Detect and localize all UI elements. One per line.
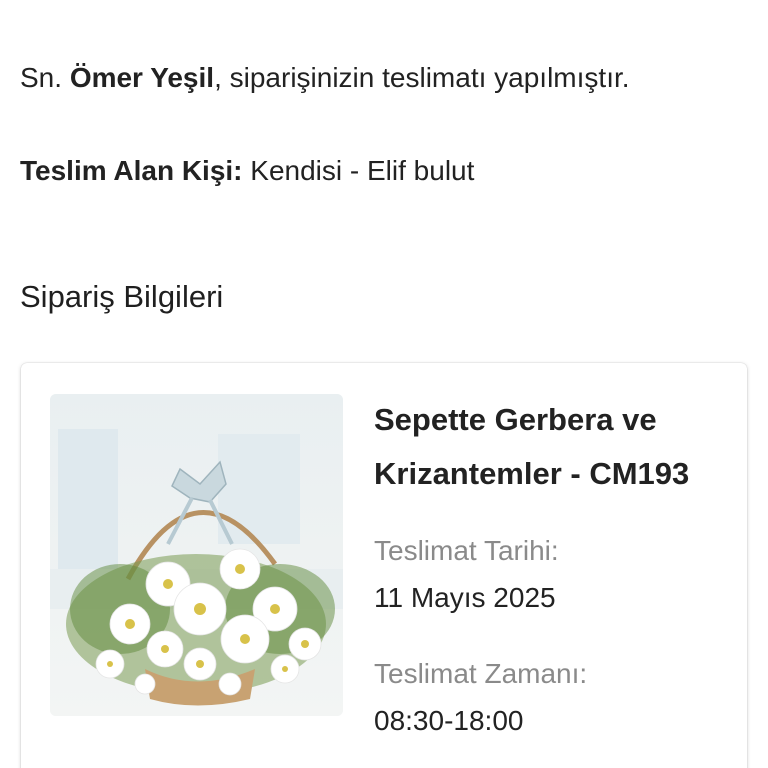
delivery-time-value: 08:30-18:00 xyxy=(374,705,524,736)
order-info-title: Sipariş Bilgileri xyxy=(20,279,224,314)
delivery-greeting: Sn. Ömer Yeşil, siparişinizin teslimatı … xyxy=(20,58,630,98)
delivery-time-label: Teslimat Zamanı: xyxy=(374,658,588,689)
receiver-value: Kendisi - Elif bulut xyxy=(242,155,475,186)
product-image[interactable] xyxy=(50,394,343,716)
order-card: Sepette Gerbera ve Krizantemler - CM193 … xyxy=(21,363,747,768)
delivery-date-value: 11 Mayıs 2025 xyxy=(374,582,556,613)
customer-name: Ömer Yeşil xyxy=(69,62,215,93)
product-name[interactable]: Sepette Gerbera ve Krizantemler - CM193 xyxy=(374,393,734,501)
receiver-label: Teslim Alan Kişi: xyxy=(20,155,243,186)
delivery-date-label: Teslimat Tarihi: xyxy=(374,535,559,566)
greeting-prefix: Sn. xyxy=(20,62,70,93)
flower-basket-image xyxy=(50,394,343,716)
clipped-text-line: ​ xyxy=(0,0,768,8)
order-delivery-page: ​ Sn. Ömer Yeşil, siparişinizin teslimat… xyxy=(0,0,768,768)
greeting-message: , siparişinizin teslimatı yapılmıştır. xyxy=(214,62,630,93)
receiver-line: Teslim Alan Kişi: Kendisi - Elif bulut xyxy=(20,151,474,191)
